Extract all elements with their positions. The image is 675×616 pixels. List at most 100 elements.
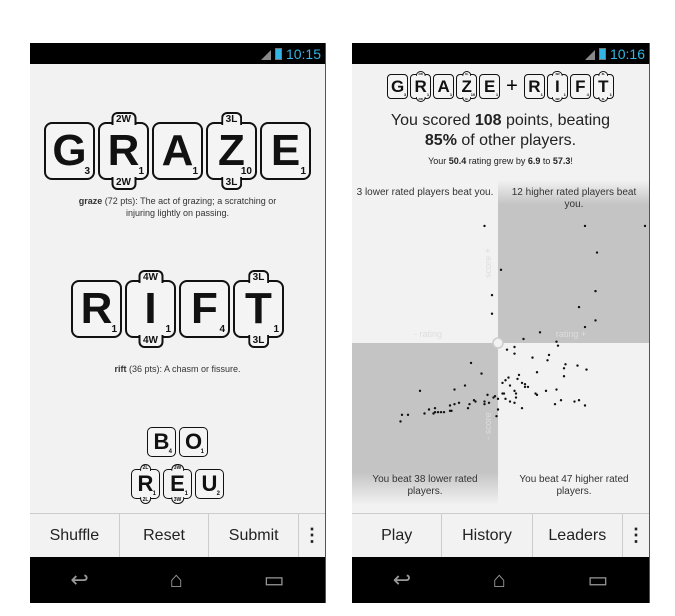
back-icon[interactable]: ↩: [70, 567, 88, 593]
tile-points: 1: [449, 92, 453, 97]
letter-tile: T 1 3L 3L: [592, 71, 614, 102]
data-point: [583, 224, 587, 228]
tile-points: 1: [540, 92, 543, 97]
tile-letter: E: [483, 76, 496, 96]
tile-points: 1: [165, 324, 171, 335]
tile-points: 1: [184, 491, 188, 497]
data-point: [418, 389, 422, 393]
action-bar: Play History Leaders ⋮: [352, 513, 649, 557]
history-button[interactable]: History: [442, 514, 533, 557]
letter-tile: I 1 4W 4W: [546, 71, 568, 102]
data-point: [463, 384, 467, 387]
letter-tile[interactable]: E 1 3W 3W: [163, 464, 192, 504]
rack-row-1: B4O1: [30, 427, 325, 457]
rating-text: to: [540, 156, 553, 166]
home-icon[interactable]: ⌂: [170, 567, 183, 593]
letter-tile[interactable]: R 1 2L 2L: [131, 464, 160, 504]
letter-tile[interactable]: U2: [195, 469, 224, 499]
data-point: [466, 406, 470, 410]
submit-button[interactable]: Submit: [209, 514, 300, 557]
bonus-label: 3W: [170, 497, 185, 504]
data-point: [490, 293, 494, 297]
recent-apps-icon[interactable]: ▭: [264, 567, 285, 593]
data-point: [513, 389, 516, 393]
data-point: [555, 340, 558, 343]
leaders-button[interactable]: Leaders: [533, 514, 623, 557]
data-point: [442, 410, 446, 414]
data-point: [522, 337, 525, 341]
data-point: [546, 359, 549, 362]
tile-letter: E: [270, 126, 301, 175]
data-point: [433, 406, 437, 410]
bonus-label: 2W: [415, 71, 426, 76]
home-icon[interactable]: ⌂: [493, 567, 506, 593]
data-point: [453, 402, 456, 406]
letter-tile: I 1 4W 4W: [125, 270, 176, 348]
status-bar: 10:16: [352, 43, 649, 64]
bonus-label: 2W: [111, 112, 136, 125]
rating-summary: Your 50.4 rating grew by 6.9 to 57.3!: [352, 156, 649, 166]
reset-button[interactable]: Reset: [120, 514, 210, 557]
play-button[interactable]: Play: [352, 514, 443, 557]
results-screen: 10:16 G 3 R 1 2W 2W A 1 Z 10 3L 3L E 1 + R 1 I 1 4W 4W F 4 T 1 3L…: [352, 43, 650, 603]
recent-apps-icon[interactable]: ▭: [587, 567, 608, 593]
data-point: [406, 413, 410, 417]
letter-tile[interactable]: B4: [147, 427, 176, 457]
data-point: [432, 412, 435, 415]
tile-points: 1: [495, 92, 499, 97]
back-icon[interactable]: ↩: [393, 567, 411, 593]
data-point: [508, 384, 512, 387]
data-point: [501, 381, 504, 385]
data-point: [573, 400, 576, 403]
tile-letter: E: [170, 471, 185, 496]
bonus-label: 2W: [111, 177, 136, 190]
data-point: [595, 251, 599, 254]
def-word: rift: [114, 364, 127, 374]
signal-icon: [257, 48, 271, 60]
data-point: [559, 398, 563, 402]
score-points: 108: [474, 112, 502, 129]
bonus-label: 4W: [138, 335, 163, 348]
data-point: [505, 348, 509, 351]
letter-tile: R 1 2W 2W: [98, 112, 149, 190]
bonus-label: 3L: [247, 335, 270, 348]
bonus-label: 4W: [552, 71, 563, 76]
tile-letter: B: [153, 429, 170, 454]
letter-tile: F4: [179, 280, 230, 338]
data-point: [535, 371, 539, 374]
data-point: [523, 385, 527, 389]
data-point: [576, 364, 579, 367]
data-point: [508, 400, 512, 403]
data-point: [483, 224, 486, 228]
letter-tile: A1: [152, 122, 203, 180]
data-point: [535, 393, 539, 397]
bonus-label: 4W: [138, 270, 163, 283]
shuffle-button[interactable]: Shuffle: [30, 514, 120, 557]
letter-tile[interactable]: O1: [179, 427, 208, 457]
data-point: [577, 305, 581, 309]
old-rating: 50.4: [448, 156, 467, 166]
quadrant-top-right: 12 higher rated players beat you.: [511, 187, 637, 210]
data-point: [487, 401, 491, 405]
letter-tile: R 1 2W 2W: [410, 71, 432, 102]
data-point: [562, 375, 566, 378]
data-point: [538, 331, 542, 334]
axis-label-rating-pos: rating +: [556, 329, 586, 339]
data-point: [483, 402, 486, 406]
data-point: [499, 268, 503, 272]
nav-bar: ↩ ⌂ ▭: [352, 557, 649, 603]
data-point: [564, 363, 567, 366]
tile-points: 1: [563, 92, 566, 97]
def-word: graze: [78, 196, 103, 206]
bonus-label: 2W: [415, 97, 426, 102]
signal-icon: [581, 48, 595, 60]
data-point: [544, 389, 548, 393]
tile-points: 1: [300, 166, 306, 177]
bonus-label: 3L: [598, 97, 609, 102]
action-bar: Shuffle Reset Submit ⋮: [30, 513, 325, 557]
overflow-menu-icon[interactable]: ⋮: [299, 514, 325, 557]
letter-tile: E1: [479, 74, 501, 99]
overflow-menu-icon[interactable]: ⋮: [623, 514, 649, 557]
data-point: [513, 345, 516, 349]
data-point: [526, 385, 530, 389]
